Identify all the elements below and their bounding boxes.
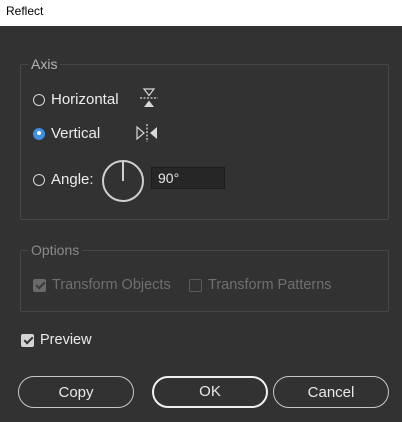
options-legend: Options [28, 242, 83, 258]
preview-check[interactable] [21, 333, 34, 347]
axis-legend: Axis [28, 56, 61, 72]
vertical-radio[interactable]: Vertical [33, 125, 100, 142]
copy-button[interactable]: Copy [18, 376, 134, 408]
horizontal-label: Horizontal [51, 91, 119, 108]
transform-patterns-checkbox[interactable]: Transform Patterns [189, 277, 332, 293]
transform-objects-check[interactable] [33, 278, 46, 292]
vertical-label: Vertical [51, 125, 101, 142]
reflect-horizontal-icon [140, 88, 158, 107]
transform-patterns-label: Transform Patterns [208, 277, 332, 293]
transform-patterns-check[interactable] [189, 278, 202, 292]
title-bar: Reflect [0, 0, 402, 26]
reflect-dialog: Axis Horizontal Vertical Angle: 90° Opti… [0, 26, 402, 422]
preview-checkbox[interactable]: Preview [21, 332, 92, 348]
reflect-vertical-icon [136, 124, 157, 142]
vertical-radio-button[interactable] [33, 127, 45, 140]
preview-label: Preview [40, 332, 92, 348]
angle-radio[interactable]: Angle: [33, 171, 94, 188]
angle-input[interactable] [151, 167, 225, 189]
angle-dial-icon[interactable] [101, 159, 145, 203]
angle-label: Angle: [51, 171, 94, 188]
horizontal-radio[interactable]: Horizontal [33, 91, 119, 108]
ok-button[interactable]: OK [152, 376, 268, 408]
options-group: Options Transform Objects Transform Patt… [20, 242, 389, 312]
transform-objects-checkbox[interactable]: Transform Objects [33, 277, 171, 293]
angle-radio-button[interactable] [33, 173, 45, 186]
window-title: Reflect [6, 4, 44, 18]
cancel-button[interactable]: Cancel [273, 376, 389, 408]
transform-objects-label: Transform Objects [52, 277, 171, 293]
axis-group: Axis Horizontal Vertical Angle: [20, 56, 389, 220]
horizontal-radio-button[interactable] [33, 93, 45, 106]
